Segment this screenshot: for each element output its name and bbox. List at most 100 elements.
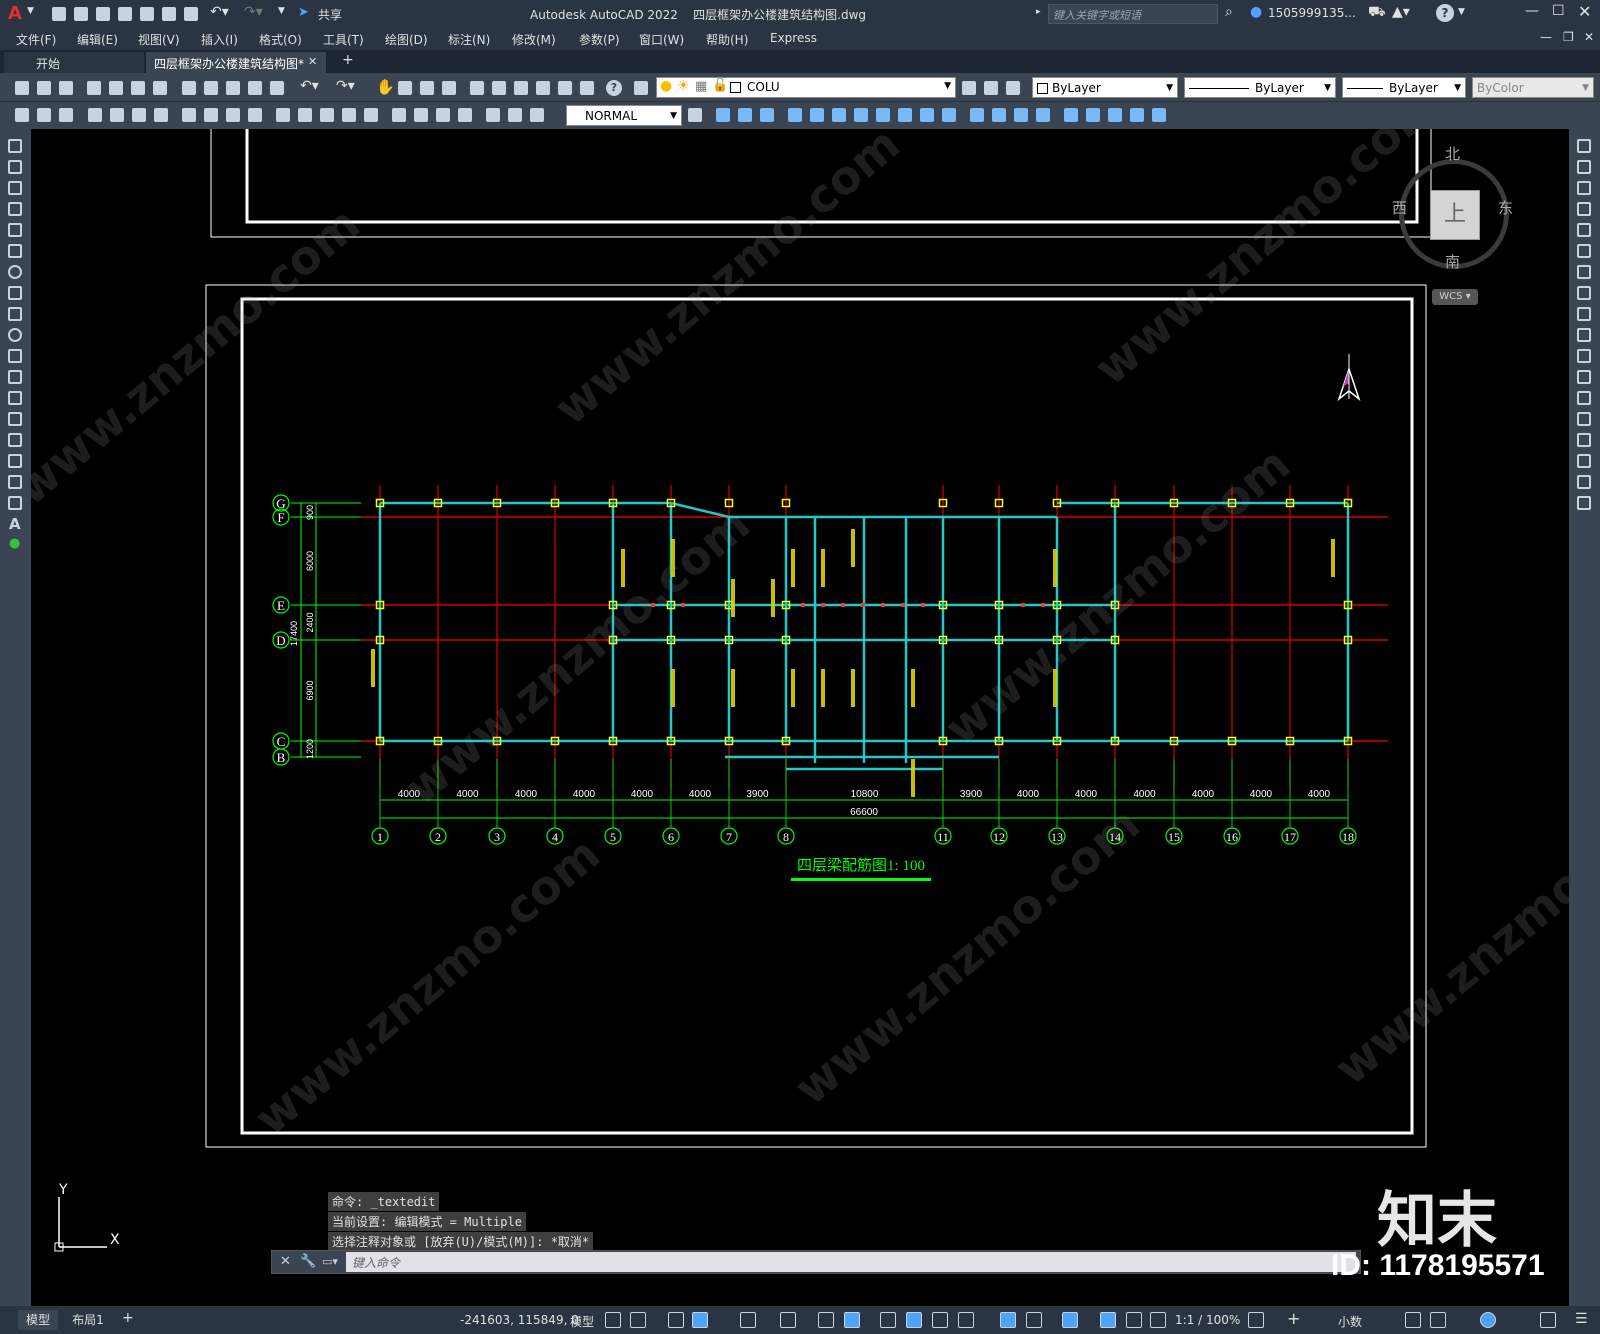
design-center-icon[interactable] <box>492 81 506 95</box>
tab-close-icon[interactable]: ✕ <box>308 55 317 68</box>
array-icon[interactable] <box>810 108 824 122</box>
viewcube[interactable]: 北 南 西 东 上 WCS ▾ <box>1389 139 1519 305</box>
undo-icon[interactable]: ↶▾ <box>210 4 229 20</box>
save-icon[interactable] <box>96 7 110 21</box>
markup-icon[interactable] <box>558 81 572 95</box>
open-file-icon[interactable] <box>37 81 51 95</box>
stretch-icon[interactable] <box>898 108 912 122</box>
tab-model[interactable]: 模型 <box>18 1310 58 1330</box>
dim-update-icon[interactable] <box>530 108 544 122</box>
new-tab-button[interactable]: + <box>342 52 354 68</box>
menu-file[interactable]: 文件(F) <box>16 31 56 48</box>
move-icon[interactable] <box>832 108 846 122</box>
layer-properties-icon[interactable] <box>634 81 648 95</box>
sun-icon[interactable]: ☀ <box>677 78 690 94</box>
model-space-button[interactable]: 模型 <box>570 1313 594 1330</box>
menu-window[interactable]: 窗口(W) <box>639 31 684 48</box>
snap-icon[interactable] <box>630 1312 646 1328</box>
revision-cloud-icon[interactable] <box>8 286 22 300</box>
tab-layout1[interactable]: 布局1 <box>64 1310 112 1330</box>
search-icon[interactable]: ⌕ <box>1225 4 1233 20</box>
ellipse-arc-icon[interactable] <box>8 349 22 363</box>
dim-baseline-icon[interactable] <box>298 108 312 122</box>
layer-previous-icon[interactable] <box>984 81 998 95</box>
isolate-objects-icon[interactable] <box>1480 1312 1496 1328</box>
tab-drawing[interactable]: 四层框架办公楼建筑结构图* ✕ <box>146 52 326 73</box>
dim-style-icon[interactable] <box>688 108 702 122</box>
rectangle-icon[interactable] <box>8 223 22 237</box>
app-logo[interactable]: A <box>8 3 22 24</box>
color-dropdown-icon[interactable]: ▼ <box>1166 78 1173 98</box>
edit-polyline-icon[interactable] <box>1152 108 1166 122</box>
gradient-icon[interactable] <box>8 454 22 468</box>
dim-continue-icon[interactable] <box>320 108 334 122</box>
dim-text-edit-icon[interactable] <box>508 108 522 122</box>
rotate-side-icon[interactable] <box>1577 265 1591 279</box>
autodesk-app-icon[interactable]: ▲▾ <box>1392 4 1410 20</box>
sheet-set-icon[interactable] <box>536 81 550 95</box>
dim-arc-icon[interactable] <box>132 108 146 122</box>
dim-space-icon[interactable] <box>342 108 356 122</box>
help-chevron-icon[interactable]: ▼ <box>1458 7 1465 17</box>
menu-modify[interactable]: 修改(M) <box>512 31 556 48</box>
menu-draw[interactable]: 绘图(D) <box>385 31 428 48</box>
trim-side-icon[interactable] <box>1577 328 1591 342</box>
ortho-icon[interactable] <box>692 1312 708 1328</box>
point-icon[interactable] <box>8 412 22 426</box>
fillet-icon[interactable] <box>1036 108 1050 122</box>
customize-icon[interactable]: ▼ <box>278 6 285 16</box>
command-input[interactable]: 键入命令 <box>346 1252 1356 1272</box>
linetype-select[interactable]: ByLayer ▼ <box>1184 77 1336 98</box>
lineweight-dropdown-icon[interactable]: ▼ <box>1454 78 1461 98</box>
viewcube-face-top[interactable]: 上 <box>1430 190 1480 240</box>
dim-diameter-icon[interactable] <box>226 108 240 122</box>
align-icon[interactable] <box>1130 108 1144 122</box>
compass-north[interactable]: 北 <box>1445 143 1460 164</box>
add-selected-icon[interactable]: ● <box>9 536 20 551</box>
dim-jogged-icon[interactable] <box>204 108 218 122</box>
calculator-icon[interactable] <box>580 81 594 95</box>
zoom-window-icon[interactable] <box>420 81 434 95</box>
layer-dropdown-icon[interactable]: ▼ <box>944 81 951 91</box>
layer-walk-icon[interactable] <box>59 108 73 122</box>
minimize-icon[interactable]: — <box>1525 3 1539 19</box>
extend-icon[interactable] <box>942 108 956 122</box>
tab-start[interactable]: 开始 <box>4 52 144 73</box>
dim-ordinate-icon[interactable] <box>154 108 168 122</box>
command-recent-icon[interactable]: ▭▾ <box>322 1255 338 1268</box>
join-icon[interactable] <box>992 108 1006 122</box>
region-icon[interactable] <box>8 475 22 489</box>
center-mark-icon[interactable] <box>414 108 428 122</box>
selection-cycling-icon[interactable] <box>932 1312 948 1328</box>
dim-edit-icon[interactable] <box>486 108 500 122</box>
add-layout-button[interactable]: + <box>122 1310 134 1326</box>
erase-icon[interactable] <box>716 108 730 122</box>
close-icon[interactable]: ✕ <box>1578 2 1591 21</box>
lengthen-icon[interactable] <box>1108 108 1122 122</box>
arc-icon[interactable] <box>8 244 22 258</box>
erase-side-icon[interactable] <box>1577 139 1591 153</box>
paste-icon[interactable] <box>226 81 240 95</box>
match-properties-icon[interactable] <box>248 81 262 95</box>
blend-side-icon[interactable] <box>1577 475 1591 489</box>
copy-icon[interactable] <box>204 81 218 95</box>
redo-tb-icon[interactable]: ↷▾ <box>336 78 355 94</box>
quick-properties-icon[interactable] <box>15 108 29 122</box>
break-icon[interactable] <box>970 108 984 122</box>
workspace-icon[interactable] <box>1248 1312 1264 1328</box>
menu-tools[interactable]: 工具(T) <box>323 31 364 48</box>
open-web-icon[interactable] <box>140 7 154 21</box>
lineweight-select[interactable]: ByLayer ▼ <box>1342 77 1466 98</box>
object-snap-tracking-icon[interactable] <box>818 1312 834 1328</box>
dim-angular-icon[interactable] <box>248 108 262 122</box>
mirror-side-icon[interactable] <box>1577 181 1591 195</box>
share-button[interactable]: 共享 <box>318 6 342 23</box>
menu-express[interactable]: Express <box>770 31 817 45</box>
menu-help[interactable]: 帮助(H) <box>706 31 748 48</box>
insert-block-icon[interactable] <box>8 370 22 384</box>
plot-icon[interactable] <box>184 7 198 21</box>
redo-icon[interactable]: ↷▾ <box>244 4 263 20</box>
dim-break-icon[interactable] <box>364 108 378 122</box>
save-as-icon[interactable] <box>118 7 132 21</box>
annotation-scale-value[interactable]: 1:1 / 100% <box>1175 1313 1240 1327</box>
